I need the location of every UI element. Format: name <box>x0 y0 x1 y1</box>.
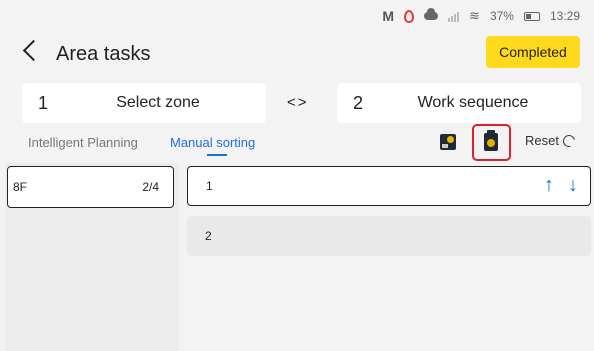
wifi-icon: ≋ <box>469 8 480 23</box>
arrow-up-icon[interactable]: ↑ <box>544 175 554 195</box>
battery-icon <box>523 11 540 21</box>
floor-name: 8F <box>13 180 28 194</box>
clipboard-icon <box>484 130 498 151</box>
clock: 13:29 <box>549 9 580 23</box>
sequence-item[interactable]: 1 ↑ ↓ <box>187 166 591 206</box>
step-label: Select zone <box>116 94 200 111</box>
status-bar: M ≋ 37% 13:29 <box>382 8 580 24</box>
cloud-icon <box>424 8 439 20</box>
swap-icon: <> <box>287 94 309 111</box>
sequence-item[interactable]: 2 <box>187 216 591 256</box>
chevron-left-icon[interactable] <box>22 39 45 62</box>
tab-intelligent-planning[interactable]: Intelligent Planning <box>28 135 138 150</box>
step-work-sequence[interactable]: 2 Work sequence <box>337 83 581 123</box>
refresh-icon <box>560 132 578 149</box>
image-icon[interactable] <box>440 134 456 150</box>
floor-count: 2/4 <box>142 180 159 194</box>
step-select-zone[interactable]: 1 Select zone <box>22 83 266 123</box>
sequence-label: 1 <box>206 179 213 193</box>
signal-icon <box>448 11 460 22</box>
status-badge: Completed <box>486 36 580 68</box>
active-tab-indicator <box>207 154 227 156</box>
reorder-controls: ↑ ↓ <box>544 175 578 195</box>
battery-level: 37% <box>489 9 514 23</box>
reset-button[interactable]: Reset <box>525 132 578 149</box>
clipboard-button[interactable] <box>472 124 511 161</box>
reset-label: Reset <box>525 133 559 148</box>
arrow-down-icon[interactable]: ↓ <box>568 175 578 195</box>
drop-icon <box>404 9 415 23</box>
floor-item[interactable]: 8F 2/4 <box>7 166 174 208</box>
tab-manual-sorting[interactable]: Manual sorting <box>170 135 255 150</box>
gmail-icon: M <box>382 8 395 24</box>
step-label: Work sequence <box>417 94 529 111</box>
page-title: Area tasks <box>56 43 151 65</box>
step-number: 2 <box>353 92 364 113</box>
sequence-label: 2 <box>205 229 212 243</box>
step-number: 1 <box>38 92 49 113</box>
